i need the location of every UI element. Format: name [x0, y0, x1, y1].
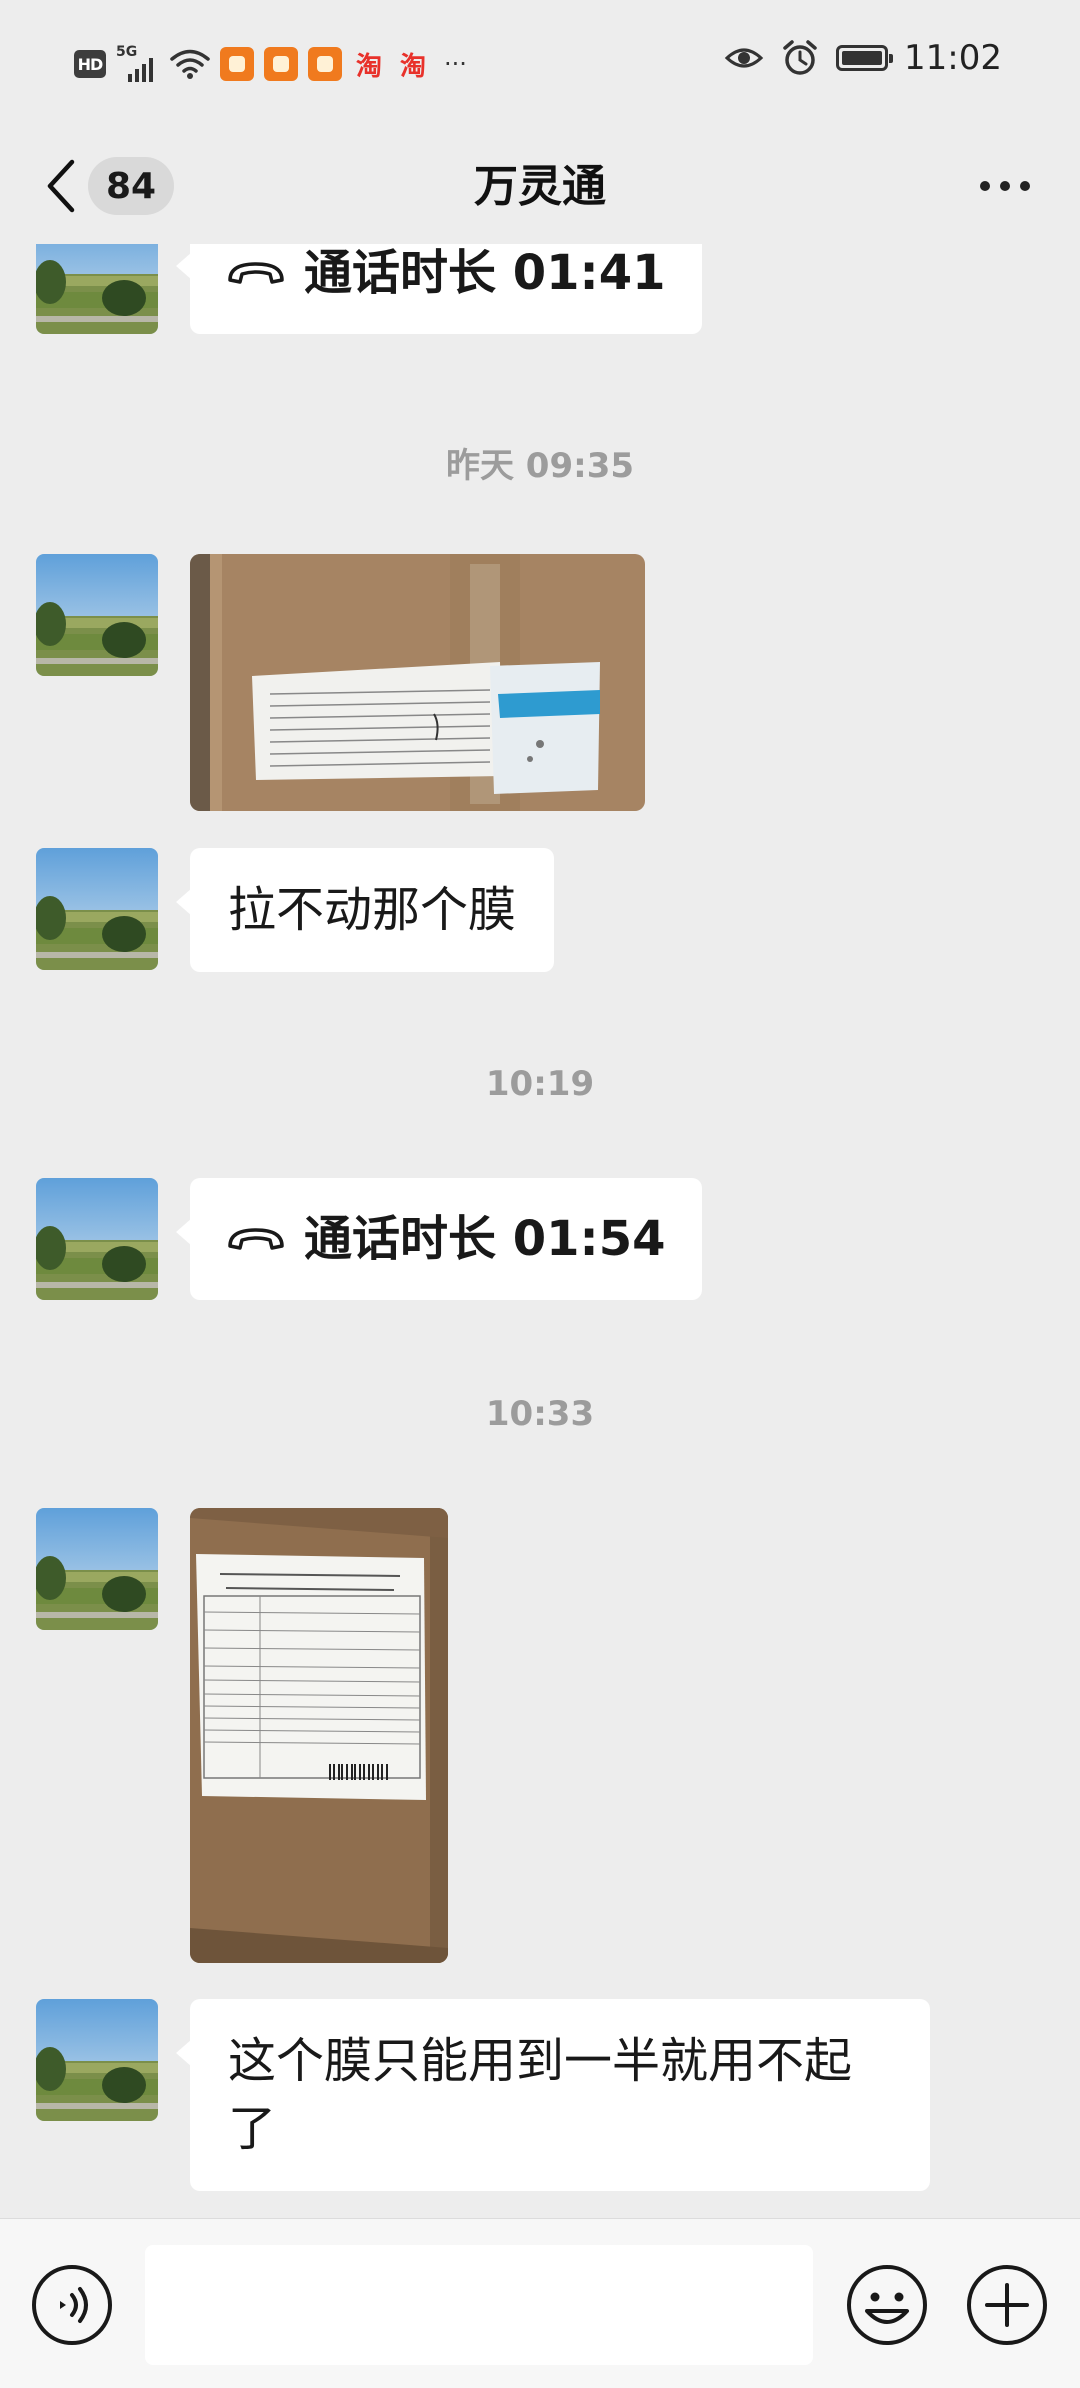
notification-app-icon: [220, 47, 254, 81]
eye-icon: [724, 48, 764, 68]
product-certificate-photo: [190, 1508, 448, 1963]
avatar[interactable]: [36, 554, 158, 676]
phone-hangup-icon: [228, 262, 284, 284]
message-list[interactable]: 通话时长 01:41 昨天 09:35 拉不动那个膜 10:19 通话时长 01…: [0, 244, 1080, 2218]
message-timestamp: 10:19: [485, 1064, 595, 1104]
more-dots-icon: [1000, 181, 1010, 191]
more-dots-icon: [980, 181, 990, 191]
message-row: [36, 554, 645, 811]
battery-icon: [836, 45, 894, 71]
message-timestamp: 昨天 09:35: [445, 446, 635, 486]
emoji-icon[interactable]: [845, 2263, 929, 2347]
cellular-signal-icon: 5G: [116, 44, 160, 84]
plus-icon[interactable]: [965, 2263, 1049, 2347]
chat-header: 84 万灵通: [0, 128, 1080, 244]
more-dots-icon: [1020, 181, 1030, 191]
wifi-icon: [170, 49, 210, 79]
avatar[interactable]: [36, 244, 158, 334]
clock: 11:02: [904, 38, 1002, 78]
call-duration-label: 通话时长 01:54: [304, 1211, 666, 1267]
message-row: 这个膜只能用到一半就用不起了: [36, 1999, 930, 2191]
avatar[interactable]: [36, 1178, 158, 1300]
image-message[interactable]: [190, 554, 645, 811]
message-row: 通话时长 01:41: [36, 244, 702, 334]
text-message-bubble[interactable]: 拉不动那个膜: [175, 848, 555, 972]
notification-app-icon: [308, 47, 342, 81]
image-message[interactable]: [190, 1508, 448, 1963]
hd-badge: HD: [74, 50, 106, 78]
message-row: 通话时长 01:54: [36, 1178, 702, 1300]
message-row: 拉不动那个膜: [36, 848, 555, 972]
avatar[interactable]: [36, 1999, 158, 2121]
call-record-bubble[interactable]: 通话时长 01:54: [176, 1178, 702, 1300]
taobao-icon: 淘: [399, 51, 426, 82]
avatar[interactable]: [36, 848, 158, 970]
message-timestamp: 10:33: [485, 1394, 595, 1434]
call-record-bubble[interactable]: 通话时长 01:41: [176, 244, 702, 334]
input-bar: [0, 2218, 1080, 2388]
more-notifications: ···: [444, 50, 467, 78]
voice-icon[interactable]: [30, 2263, 114, 2347]
status-bar-right: 11:02: [724, 38, 1002, 78]
taobao-icon: 淘: [355, 51, 382, 82]
notification-app-icon: [264, 47, 298, 81]
chat-title: 万灵通: [474, 161, 606, 212]
avatar[interactable]: [36, 1508, 158, 1630]
status-bar: HD 5G 淘 淘 ··· 11:02: [0, 0, 1080, 128]
status-bar-left: HD 5G 淘 淘 ···: [74, 44, 467, 84]
message-input[interactable]: [145, 2245, 813, 2365]
phone-hangup-icon: [228, 1228, 284, 1250]
alarm-icon: [783, 40, 817, 75]
message-row: [36, 1508, 448, 1963]
more-options-button[interactable]: [970, 156, 1040, 216]
call-duration-label: 通话时长 01:41: [304, 245, 666, 301]
carton-label-photo: [190, 554, 645, 811]
text-message-bubble[interactable]: 这个膜只能用到一半就用不起了: [176, 1999, 930, 2191]
